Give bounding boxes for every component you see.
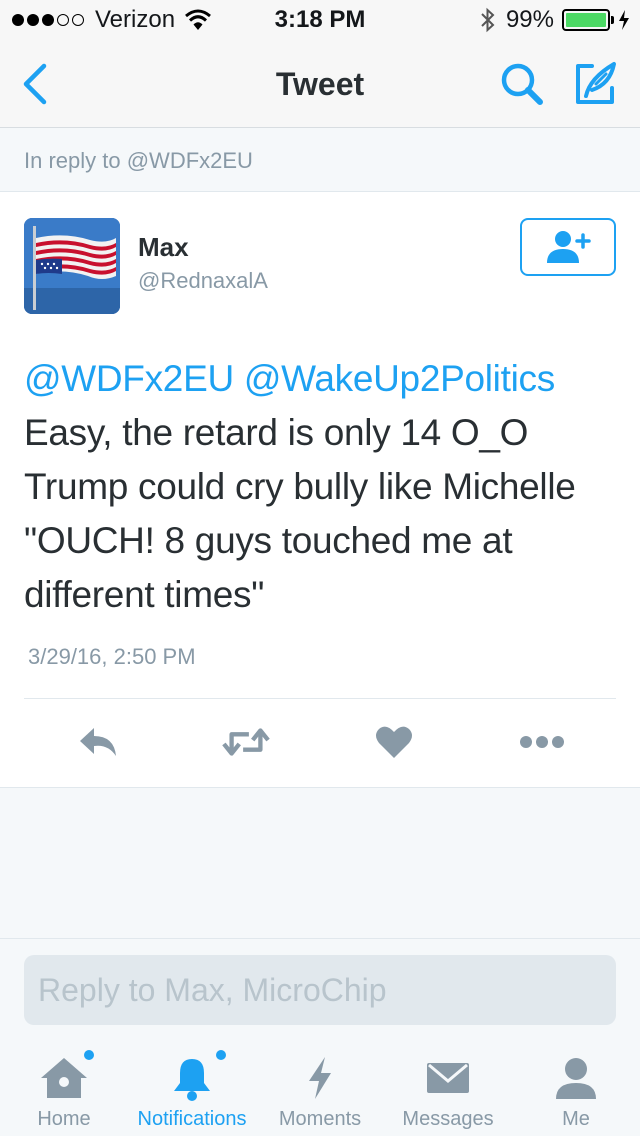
status-right: 99% — [480, 6, 630, 34]
tab-me[interactable]: Me — [526, 1040, 626, 1136]
tweet-mentions[interactable]: @WDFx2EU @WakeUp2Politics — [24, 358, 555, 399]
tab-label: Messages — [402, 1108, 494, 1130]
search-icon[interactable] — [498, 60, 546, 108]
tab-home[interactable]: Home — [14, 1040, 114, 1136]
tweet-text: @WDFx2EU @WakeUp2Politics Easy, the reta… — [24, 352, 624, 622]
charging-icon — [619, 10, 629, 30]
tab-messages[interactable]: Messages — [392, 1040, 504, 1136]
reply-icon[interactable] — [74, 720, 122, 764]
home-notification-dot — [84, 1050, 94, 1060]
person-icon — [550, 1052, 602, 1104]
lightning-icon — [294, 1052, 346, 1104]
tab-moments[interactable]: Moments — [270, 1040, 370, 1136]
tweet-detail: Max @RednaxalA @WDFx2EU @WakeUp2Politics… — [0, 192, 640, 788]
reply-context-bar[interactable]: In reply to @WDFx2EU — [0, 128, 640, 192]
retweet-icon[interactable] — [222, 720, 270, 764]
follow-button[interactable] — [520, 218, 616, 276]
bluetooth-icon — [481, 7, 495, 33]
compose-tweet-icon[interactable] — [572, 60, 620, 108]
status-bar: Verizon 3:18 PM 99% — [0, 0, 640, 40]
upside-down-us-flag-avatar[interactable] — [24, 218, 120, 314]
notifications-dot — [216, 1050, 226, 1060]
divider — [24, 698, 616, 699]
reply-input[interactable] — [24, 955, 616, 1025]
battery-icon — [562, 9, 614, 31]
navigation-bar: Tweet — [0, 40, 640, 128]
tab-label: Home — [37, 1108, 91, 1130]
tweet-body: Easy, the retard is only 14 O_O Trump co… — [24, 412, 576, 615]
envelope-icon — [422, 1052, 474, 1104]
more-icon[interactable] — [518, 720, 566, 764]
add-user-icon — [547, 231, 591, 263]
user-handle[interactable]: @RednaxalA — [138, 268, 268, 294]
tab-label: Notifications — [137, 1108, 247, 1130]
tab-label: Moments — [278, 1108, 362, 1130]
bell-icon — [166, 1050, 226, 1104]
reply-composer — [0, 938, 640, 1040]
battery-percent: 99% — [505, 6, 554, 33]
empty-area — [0, 788, 640, 938]
tab-label: Me — [562, 1108, 590, 1130]
like-icon[interactable] — [370, 720, 418, 764]
user-name[interactable]: Max — [138, 232, 189, 263]
tweet-timestamp: 3/29/16, 2:50 PM — [28, 644, 196, 669]
tab-bar: Home Notifications Moments Messages Me — [0, 1040, 640, 1136]
home-icon — [38, 1050, 94, 1104]
reply-context-text: In reply to @WDFx2EU — [24, 148, 253, 173]
tab-notifications[interactable]: Notifications — [128, 1040, 256, 1136]
